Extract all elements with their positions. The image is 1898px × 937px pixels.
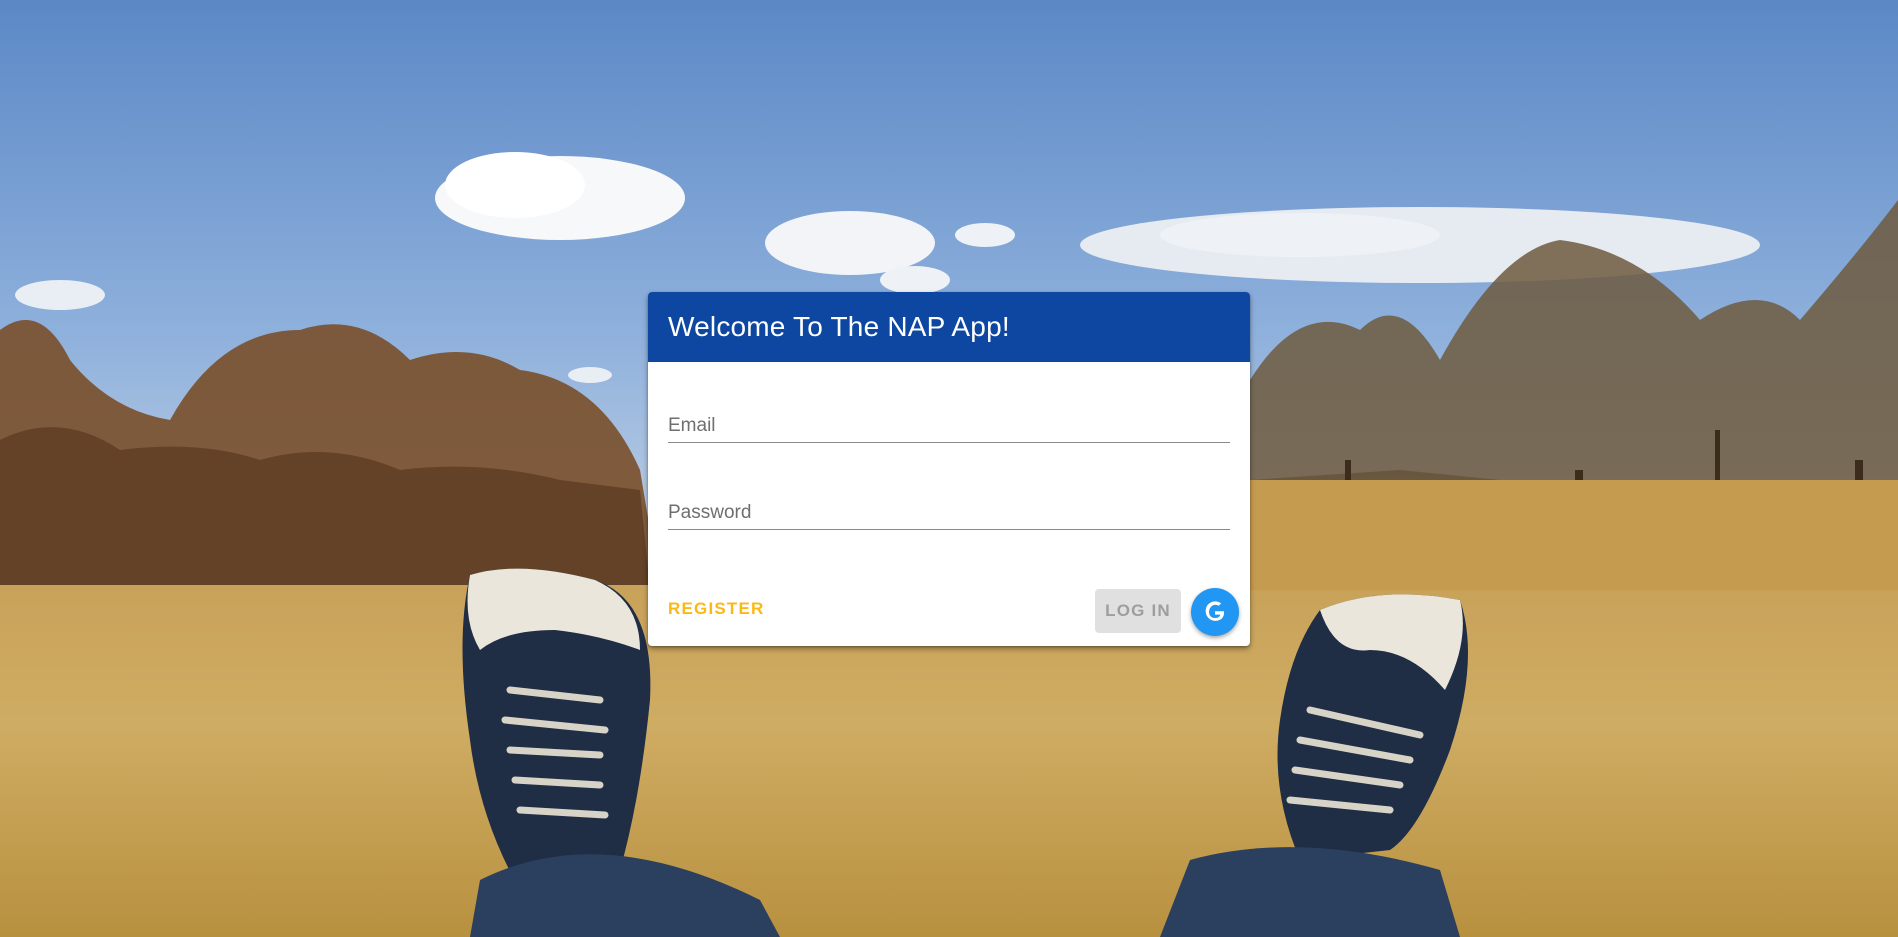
card-header: Welcome To The NAP App! <box>648 292 1250 362</box>
login-page: Welcome To The NAP App! REGISTER LOG IN <box>0 0 1898 937</box>
password-field-container <box>668 489 1230 530</box>
email-field[interactable] <box>668 402 1230 442</box>
login-button[interactable]: LOG IN <box>1095 589 1181 633</box>
password-field[interactable] <box>668 489 1230 529</box>
page-title: Welcome To The NAP App! <box>668 311 1010 342</box>
email-field-container <box>668 402 1230 443</box>
login-card: Welcome To The NAP App! REGISTER LOG IN <box>648 292 1250 646</box>
google-login-button[interactable] <box>1191 588 1239 636</box>
register-button[interactable]: REGISTER <box>668 594 765 624</box>
google-g-icon <box>1200 596 1230 629</box>
